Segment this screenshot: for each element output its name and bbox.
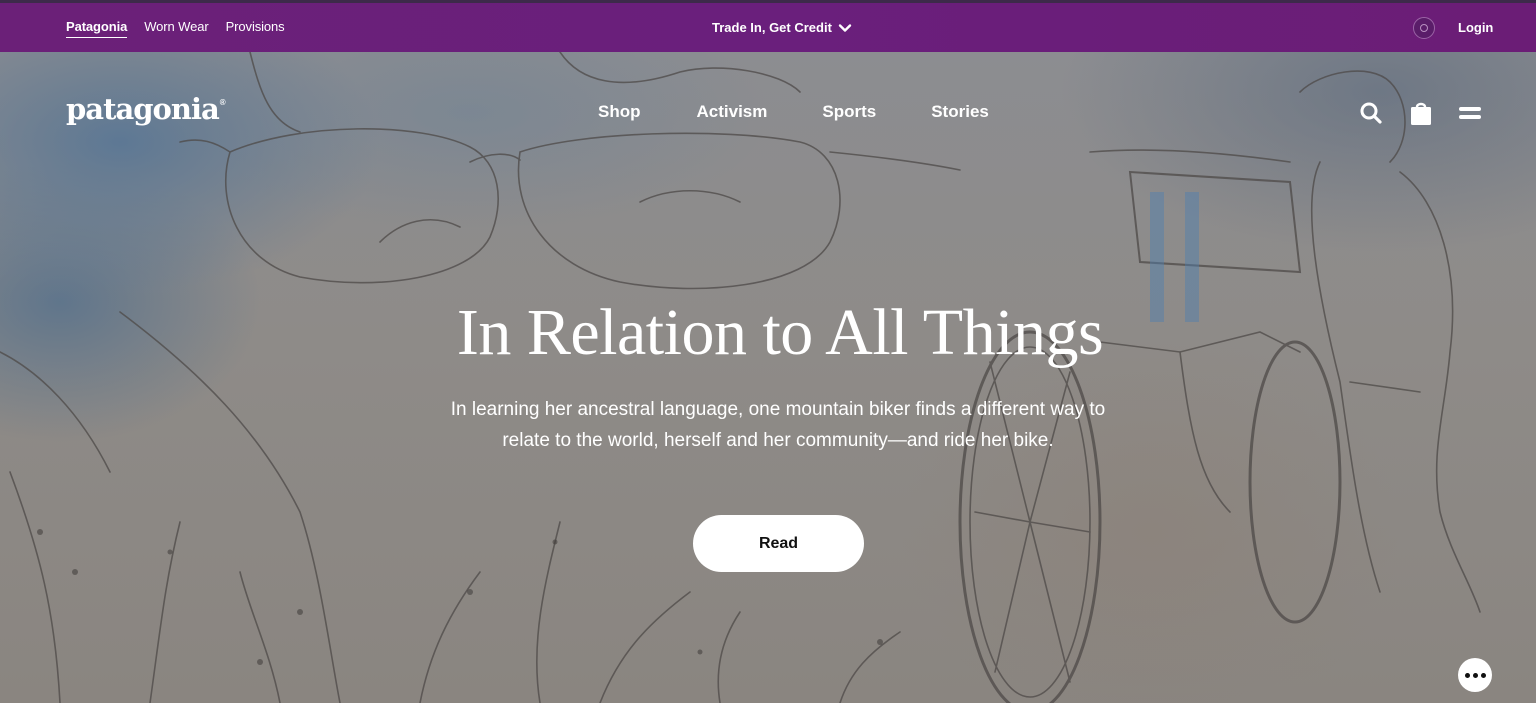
brand-link-provisions[interactable]: Provisions (226, 19, 285, 36)
menu-icon[interactable] (1456, 99, 1484, 127)
hero-subtitle: In learning her ancestral language, one … (450, 399, 1106, 451)
nav-link-sports[interactable]: Sports (822, 102, 876, 122)
brand-link-patagonia[interactable]: Patagonia (66, 19, 127, 38)
utility-bar: Patagonia Worn Wear Provisions Trade In,… (0, 0, 1536, 52)
shopping-bag-icon[interactable] (1407, 99, 1435, 127)
hero-content: In Relation to All Things In learning he… (368, 300, 1188, 456)
nav-link-shop[interactable]: Shop (598, 102, 641, 122)
main-navigation: patagonia® Shop Activism Sports Stories (0, 52, 1536, 172)
registered-mark: ® (219, 98, 226, 107)
nav-link-stories[interactable]: Stories (931, 102, 989, 122)
trade-in-dropdown[interactable]: Trade In, Get Credit (712, 3, 852, 52)
location-indicator-icon[interactable] (1413, 17, 1435, 39)
patagonia-logo[interactable]: patagonia® (66, 92, 226, 126)
chevron-down-icon (838, 23, 852, 32)
primary-nav-links: Shop Activism Sports Stories (598, 102, 989, 122)
login-link[interactable]: Login (1458, 3, 1493, 52)
nav-link-activism[interactable]: Activism (697, 102, 768, 122)
search-icon[interactable] (1357, 99, 1385, 127)
logo-wordmark: patagonia (66, 92, 220, 126)
hero-title: In Relation to All Things (456, 296, 1104, 369)
more-options-icon[interactable] (1458, 658, 1492, 692)
trade-in-label: Trade In, Get Credit (712, 20, 832, 35)
brand-switcher: Patagonia Worn Wear Provisions (66, 3, 285, 52)
read-button[interactable]: Read (693, 515, 864, 572)
brand-link-worn-wear[interactable]: Worn Wear (144, 19, 208, 36)
